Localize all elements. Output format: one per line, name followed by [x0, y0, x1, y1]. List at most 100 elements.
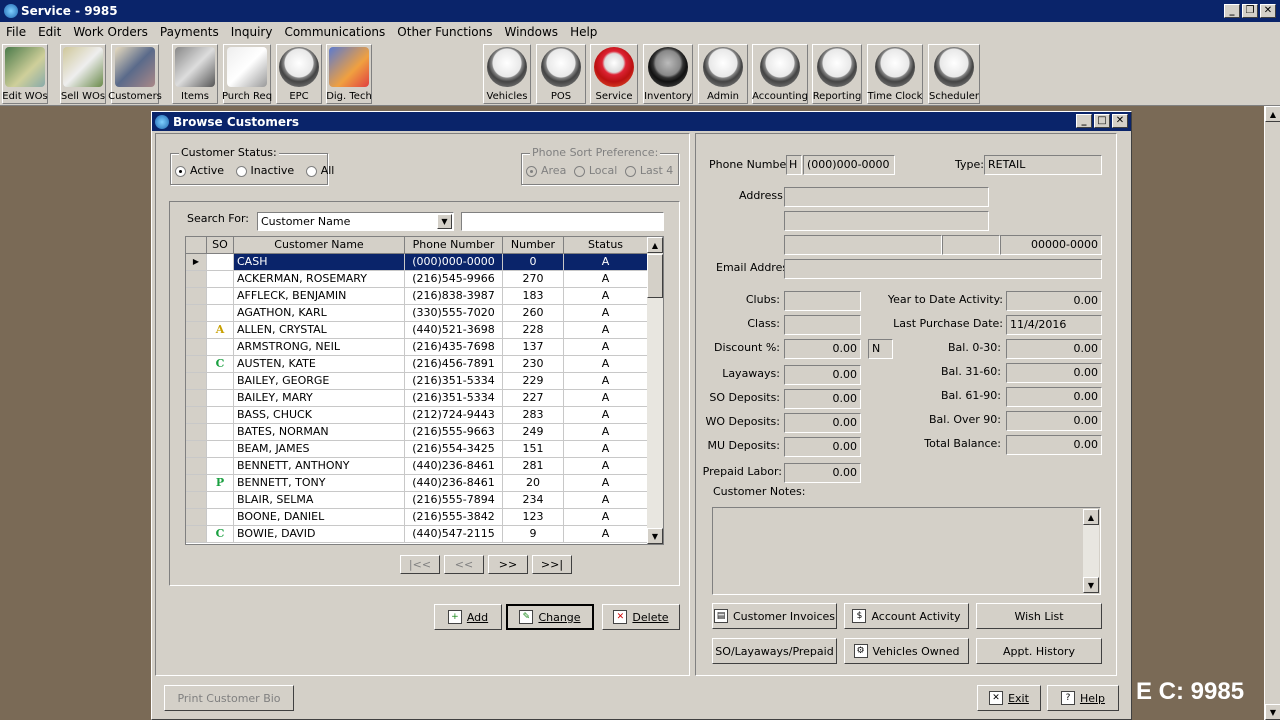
accounting-button[interactable]: Accounting — [752, 44, 808, 104]
print-customer-bio-button[interactable]: Print Customer Bio — [164, 685, 294, 711]
vehicles-owned-button[interactable]: ⚙ Vehicles Owned — [844, 638, 969, 664]
items-button[interactable]: Items — [172, 44, 218, 104]
col-phone-number[interactable]: Phone Number — [405, 237, 503, 253]
mu-deposits-label: MU Deposits: — [707, 439, 780, 452]
table-row[interactable]: BAILEY, MARY (216)351-5334 227 A — [186, 390, 663, 407]
table-row[interactable]: ARMSTRONG, NEIL (216)435-7698 137 A — [186, 339, 663, 356]
menu-other-functions[interactable]: Other Functions — [391, 25, 498, 39]
menu-file[interactable]: File — [0, 25, 32, 39]
cell-customer-name: ALLEN, CRYSTAL — [234, 322, 405, 338]
table-row[interactable]: BLAIR, SELMA (216)555-7894 234 A — [186, 492, 663, 509]
help-button[interactable]: ? Help — [1047, 685, 1119, 711]
col-so[interactable]: SO — [207, 237, 234, 253]
appt-history-button[interactable]: Appt. History — [976, 638, 1102, 664]
status-active-radio[interactable] — [175, 165, 186, 177]
customer-invoices-button[interactable]: ▤ Customer Invoices — [712, 603, 837, 629]
last-page-button[interactable]: >>| — [532, 555, 572, 574]
sort-last4-radio[interactable] — [624, 165, 636, 177]
cell-customer-name: BLAIR, SELMA — [234, 492, 405, 508]
exit-button[interactable]: ✕ Exit — [977, 685, 1041, 711]
inventory-button[interactable]: Inventory — [643, 44, 693, 104]
notes-scrollbar[interactable]: ▲ ▼ — [1083, 509, 1099, 593]
menu-edit[interactable]: Edit — [32, 25, 67, 39]
window-close-button[interactable]: ✕ — [1112, 114, 1128, 128]
table-row[interactable]: A ALLEN, CRYSTAL (440)521-3698 228 A — [186, 322, 663, 339]
table-row[interactable]: BATES, NORMAN (216)555-9663 249 A — [186, 424, 663, 441]
cell-status: A — [564, 356, 648, 372]
search-field-select[interactable]: Customer Name ▼ — [257, 212, 454, 231]
grid-scroll-down-icon[interactable]: ▼ — [647, 528, 663, 544]
table-row[interactable]: BOONE, DANIEL (216)555-3842 123 A — [186, 509, 663, 526]
window-minimize-button[interactable]: _ — [1076, 114, 1092, 128]
col-status[interactable]: Status — [564, 237, 648, 253]
reporting-button[interactable]: Reporting — [812, 44, 862, 104]
window-maximize-button[interactable]: □ — [1094, 114, 1110, 128]
table-row[interactable]: P BENNETT, TONY (440)236-8461 20 A — [186, 475, 663, 492]
search-input[interactable] — [461, 212, 664, 231]
table-row[interactable]: AFFLECK, BENJAMIN (216)838-3987 183 A — [186, 288, 663, 305]
table-row[interactable]: C AUSTEN, KATE (216)456-7891 230 A — [186, 356, 663, 373]
edit-wos-icon — [5, 47, 45, 87]
next-page-button[interactable]: >> — [488, 555, 528, 574]
scroll-down-icon[interactable]: ▼ — [1265, 704, 1280, 720]
first-page-button[interactable]: |<< — [400, 555, 440, 574]
grid-scrollbar[interactable]: ▲ ▼ — [647, 237, 663, 544]
close-button[interactable]: ✕ — [1260, 4, 1276, 18]
table-row[interactable]: BASS, CHUCK (212)724-9443 283 A — [186, 407, 663, 424]
status-all-radio[interactable] — [305, 165, 317, 177]
wish-list-button[interactable]: Wish List — [976, 603, 1102, 629]
account-activity-button[interactable]: $ Account Activity — [844, 603, 969, 629]
vehicles-button[interactable]: Vehicles — [483, 44, 531, 104]
table-row[interactable]: BENNETT, ANTHONY (440)236-8461 281 A — [186, 458, 663, 475]
customer-grid[interactable]: SO Customer Name Phone Number Number Sta… — [185, 236, 664, 545]
customer-notes-field[interactable]: ▲ ▼ — [712, 507, 1101, 595]
grid-scroll-up-icon[interactable]: ▲ — [647, 237, 663, 253]
menu-bar: File Edit Work Orders Payments Inquiry C… — [0, 22, 1280, 42]
menu-communications[interactable]: Communications — [278, 25, 391, 39]
bal-31-60-label: Bal. 31-60: — [940, 365, 1001, 378]
time-clock-button[interactable]: Time Clock — [867, 44, 923, 104]
customers-button[interactable]: Customers — [108, 44, 162, 104]
add-button[interactable]: + Add — [434, 604, 502, 630]
minimize-button[interactable]: _ — [1224, 4, 1240, 18]
admin-button[interactable]: Admin — [698, 44, 748, 104]
scheduler-button[interactable]: Scheduler — [928, 44, 980, 104]
last-purchase-field: 11/4/2016 — [1006, 315, 1102, 335]
table-row[interactable]: C BOWIE, DAVID (440)547-2115 9 A — [186, 526, 663, 543]
col-customer-name[interactable]: Customer Name — [234, 237, 405, 253]
purch-req-button[interactable]: Purch Req — [222, 44, 272, 104]
delete-button[interactable]: ✕ Delete — [602, 604, 680, 630]
menu-payments[interactable]: Payments — [154, 25, 225, 39]
cell-phone-number: (216)435-7698 — [405, 339, 503, 355]
desktop-scrollbar[interactable]: ▲ ▼ — [1264, 106, 1280, 720]
menu-inquiry[interactable]: Inquiry — [225, 25, 279, 39]
sort-local-radio[interactable] — [573, 165, 585, 177]
pos-button[interactable]: POS — [536, 44, 586, 104]
sell-wos-button[interactable]: Sell WOs — [60, 44, 106, 104]
table-row[interactable]: BEAM, JAMES (216)554-3425 151 A — [186, 441, 663, 458]
table-row[interactable]: BAILEY, GEORGE (216)351-5334 229 A — [186, 373, 663, 390]
chevron-down-icon[interactable]: ▼ — [437, 214, 452, 229]
scroll-up-icon[interactable]: ▲ — [1265, 106, 1280, 122]
dig-tech-button[interactable]: Dig. Tech — [326, 44, 372, 104]
notes-scroll-up-icon[interactable]: ▲ — [1083, 509, 1099, 525]
notes-scroll-down-icon[interactable]: ▼ — [1083, 577, 1099, 593]
grid-scroll-thumb[interactable] — [647, 254, 663, 298]
so-layaways-prepaid-button[interactable]: SO/Layaways/Prepaid — [712, 638, 837, 664]
prev-page-button[interactable]: << — [444, 555, 484, 574]
customers-icon — [115, 47, 155, 87]
restore-button[interactable]: ❐ — [1242, 4, 1258, 18]
status-inactive-radio[interactable] — [235, 165, 247, 177]
edit-wos-button[interactable]: Edit WOs — [2, 44, 48, 104]
menu-work-orders[interactable]: Work Orders — [67, 25, 154, 39]
table-row[interactable]: ▶ CASH (000)000-0000 0 A — [186, 254, 663, 271]
sort-area-radio[interactable] — [526, 165, 537, 177]
col-number[interactable]: Number — [503, 237, 564, 253]
menu-help[interactable]: Help — [564, 25, 603, 39]
table-row[interactable]: AGATHON, KARL (330)555-7020 260 A — [186, 305, 663, 322]
change-button[interactable]: ✎ Change — [506, 604, 594, 630]
table-row[interactable]: ACKERMAN, ROSEMARY (216)545-9966 270 A — [186, 271, 663, 288]
menu-windows[interactable]: Windows — [498, 25, 564, 39]
epc-button[interactable]: EPC — [276, 44, 322, 104]
service-button[interactable]: Service — [590, 44, 638, 104]
